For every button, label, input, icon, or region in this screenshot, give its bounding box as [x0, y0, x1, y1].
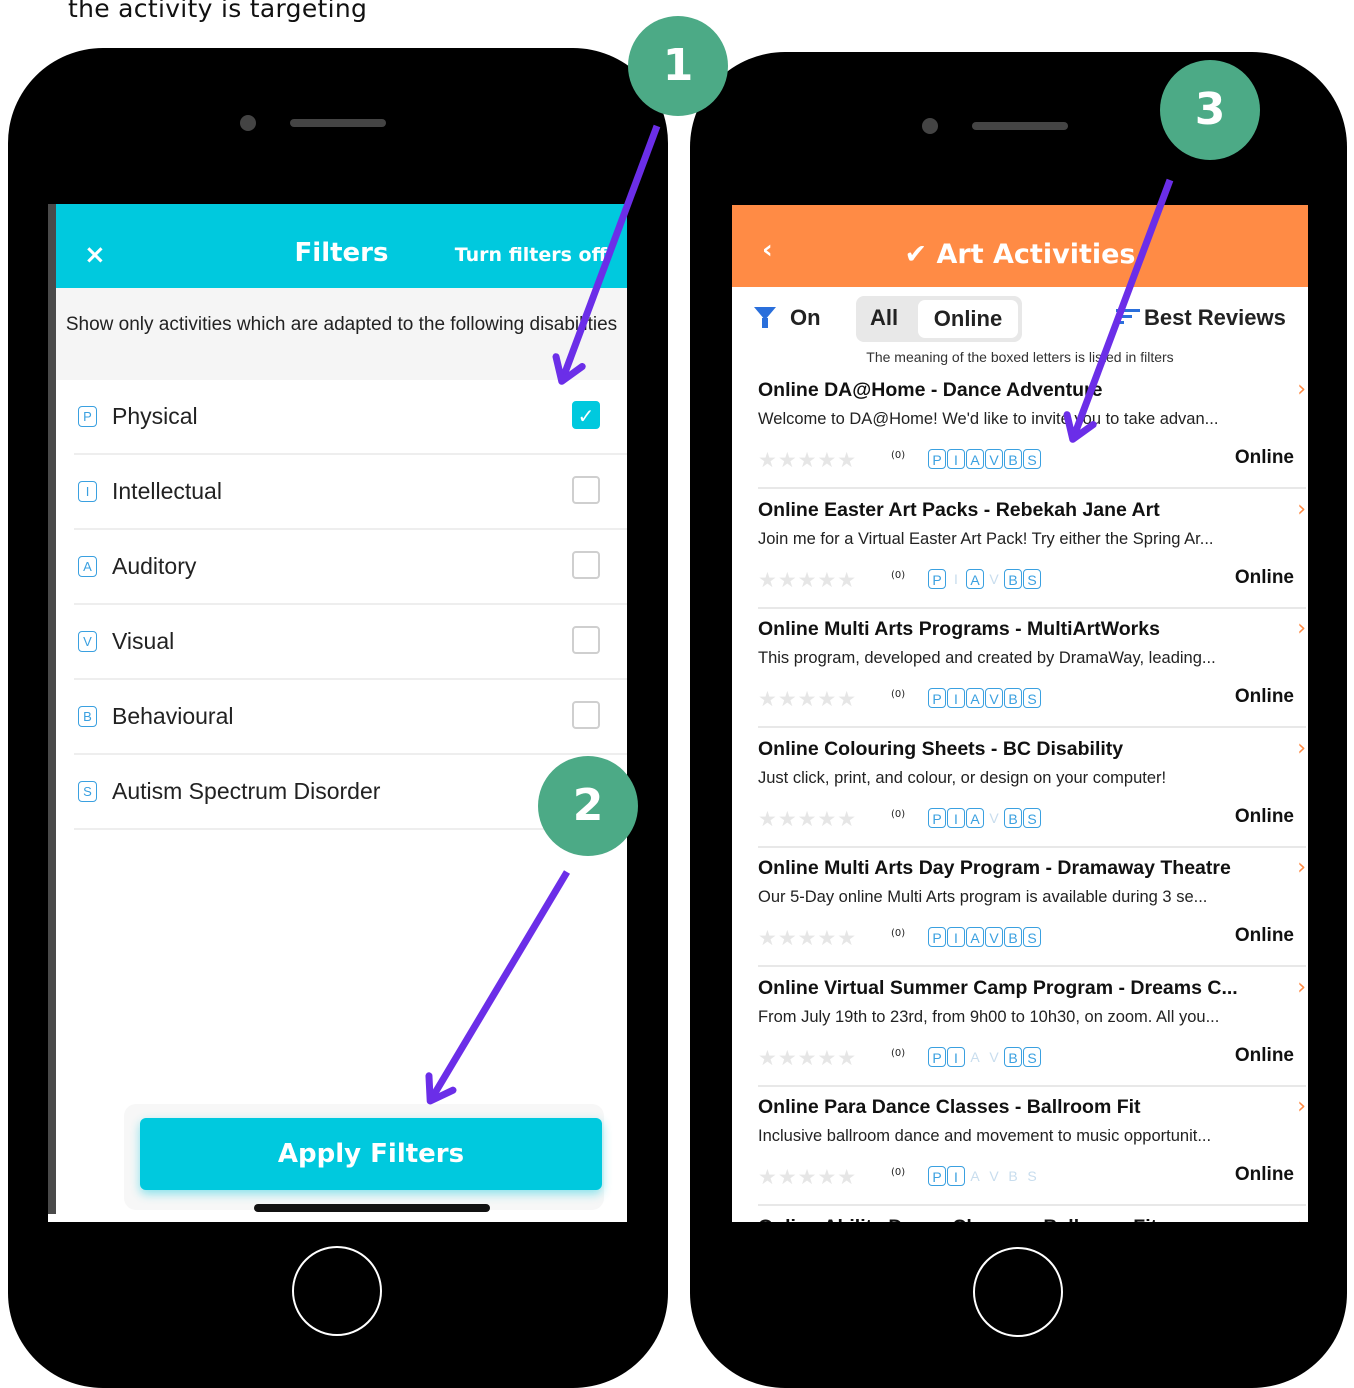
annotation-overlay [425, 124, 1174, 1105]
step-badge-2: 2 [538, 756, 638, 856]
arrow-3 [1063, 178, 1174, 443]
step-badge-3: 3 [1160, 60, 1260, 160]
arrow-1 [552, 124, 661, 385]
step-badge-1: 1 [628, 16, 728, 116]
arrow-2 [425, 870, 571, 1105]
